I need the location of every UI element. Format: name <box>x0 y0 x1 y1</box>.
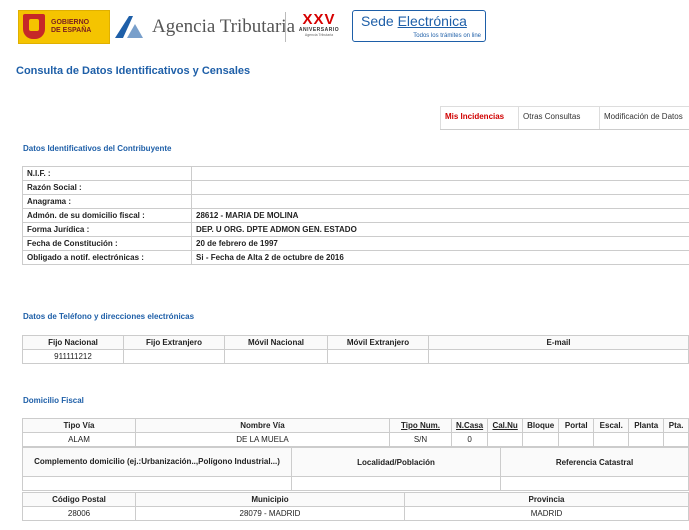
table-header-row: Tipo Vía Nombre Vía Tipo Num. N.Casa Cal… <box>22 418 689 433</box>
row-value <box>191 166 689 181</box>
site-header: GOBIERNO DE ESPAÑA Agencia Tributaria XX… <box>0 0 689 48</box>
tab-mis-incidencias[interactable]: Mis Incidencias <box>440 107 518 129</box>
col-tipo-num: Tipo Num. <box>389 418 452 433</box>
tab-modificacion-datos[interactable]: Modificación de Datos <box>599 107 689 129</box>
xxv-subtitle-2: Agencia Tributaria <box>304 33 334 37</box>
sede-subtitle: Todos los trámites on line <box>413 33 481 39</box>
cell-n-casa: 0 <box>450 432 489 447</box>
domicilio-table-2: Complemento domicilio (ej.:Urbanización.… <box>22 447 689 491</box>
coat-of-arms-icon <box>23 14 45 39</box>
row-label: Obligado a notif. electrónicas : <box>21 250 193 265</box>
tab-otras-consultas[interactable]: Otras Consultas <box>518 107 599 129</box>
cell-fijo-extranjero <box>123 349 225 364</box>
xxv-title: XXV <box>302 11 336 28</box>
row-label: Anagrama : <box>21 194 193 209</box>
col-email: E-mail <box>428 335 689 350</box>
cell-fijo-nacional: 911111212 <box>22 349 124 364</box>
row-value: Si - Fecha de Alta 2 de octubre de 2016 <box>191 250 689 265</box>
table-row: N.I.F. : <box>21 166 689 181</box>
sede-electronica-button[interactable]: Sede Electrónica Todos los trámites on l… <box>352 10 486 42</box>
cell-tipo-num: S/N <box>389 432 452 447</box>
table-row: ALAM DE LA MUELA S/N 0 <box>22 432 689 447</box>
sede-title: Sede Electrónica <box>361 13 467 29</box>
cell-tipo-via: ALAM <box>22 432 136 447</box>
row-label: Razón Social : <box>21 180 193 195</box>
col-movil-nacional: Móvil Nacional <box>224 335 328 350</box>
col-escal: Escal. <box>593 418 630 433</box>
col-referencia-catastral: Referencia Catastral <box>500 447 689 477</box>
table-row: Obligado a notif. electrónicas : Si - Fec… <box>21 250 689 265</box>
cell-email <box>428 349 689 364</box>
col-fijo-extranjero: Fijo Extranjero <box>123 335 225 350</box>
ident-table: N.I.F. : Razón Social : Anagrama : Admón… <box>21 166 689 265</box>
table-header-row: Fijo Nacional Fijo Extranjero Móvil Naci… <box>22 335 689 350</box>
col-planta: Planta <box>628 418 665 433</box>
cell-cal-nu <box>487 432 524 447</box>
col-portal: Portal <box>558 418 595 433</box>
row-value <box>191 194 689 209</box>
table-row: 911111212 <box>22 349 689 364</box>
col-provincia: Provincia <box>404 492 689 507</box>
section-title-ident: Datos Identificativos del Contribuyente <box>23 144 172 153</box>
section-title-telefono: Datos de Teléfono y direcciones electrón… <box>23 312 195 321</box>
row-label: Fecha de Constitución : <box>21 236 193 251</box>
cell-movil-extranjero <box>327 349 429 364</box>
xxv-anniversary-logo: XXV ANIVERSARIO Agencia Tributaria <box>294 11 344 39</box>
row-label: Admón. de su domicilio fiscal : <box>21 208 193 223</box>
table-header-row: Complemento domicilio (ej.:Urbanización.… <box>22 447 689 477</box>
cell-municipio: 28079 - MADRID <box>135 506 405 521</box>
agencia-tributaria-logo-icon[interactable] <box>113 14 145 40</box>
col-bloque: Bloque <box>522 418 560 433</box>
table-row: Fecha de Constitución :20 de febrero de … <box>21 236 689 251</box>
gobierno-espana-logo[interactable]: GOBIERNO DE ESPAÑA <box>18 10 110 44</box>
section-title-domicilio: Domicilio Fiscal <box>23 396 84 405</box>
cell-nombre-via: DE LA MUELA <box>135 432 390 447</box>
agency-name[interactable]: Agencia Tributaria <box>152 16 295 38</box>
table-row: Forma Jurídica : DEP. U ORG. DPTE ADMON G… <box>21 222 689 237</box>
col-movil-extranjero: Móvil Extranjero <box>327 335 429 350</box>
table-row: Razón Social : <box>21 180 689 195</box>
page-title: Consulta de Datos Identificativos y Cens… <box>16 65 251 77</box>
col-fijo-nacional: Fijo Nacional <box>22 335 124 350</box>
table-row: 28006 28079 - MADRID MADRID <box>22 506 689 521</box>
header-divider <box>285 12 286 42</box>
col-cal-nu: Cal.Nu <box>487 418 524 433</box>
table-row: Admón. de su domicilio fiscal :28612 - M… <box>21 208 689 223</box>
col-municipio: Municipio <box>135 492 405 507</box>
gob-logo-text: GOBIERNO DE ESPAÑA <box>51 19 92 34</box>
domicilio-table-1: Tipo Vía Nombre Vía Tipo Num. N.Casa Cal… <box>22 418 689 447</box>
row-value: DEP. U ORG. DPTE ADMON GEN. ESTADO <box>191 222 689 237</box>
cell-movil-nacional <box>224 349 328 364</box>
row-label: N.I.F. : <box>21 166 193 181</box>
cell-pta <box>663 432 689 447</box>
domicilio-table-3: Código Postal Municipio Provincia 28006 … <box>22 492 689 521</box>
col-pta: Pta. <box>663 418 689 433</box>
col-localidad: Localidad/Población <box>291 447 501 477</box>
cell-bloque <box>522 432 560 447</box>
col-nombre-via: Nombre Vía <box>135 418 390 433</box>
telefono-table: Fijo Nacional Fijo Extranjero Móvil Naci… <box>22 335 689 364</box>
col-n-casa: N.Casa <box>450 418 489 433</box>
col-tipo-via: Tipo Vía <box>22 418 136 433</box>
cell-codigo-postal: 28006 <box>22 506 136 521</box>
tab-bar: Mis Incidencias Otras Consultas Modifica… <box>440 106 689 130</box>
row-value: 28612 - MARIA DE MOLINA <box>191 208 689 223</box>
col-complemento: Complemento domicilio (ej.:Urbanización.… <box>22 447 292 477</box>
cell-referencia-catastral <box>500 476 689 491</box>
table-header-row: Código Postal Municipio Provincia <box>22 492 689 507</box>
row-value <box>191 180 689 195</box>
row-label: Forma Jurídica : <box>21 222 193 237</box>
row-value: 20 de febrero de 1997 <box>191 236 689 251</box>
table-row: Anagrama : <box>21 194 689 209</box>
cell-provincia: MADRID <box>404 506 689 521</box>
table-row <box>22 476 689 491</box>
cell-localidad <box>291 476 501 491</box>
cell-planta <box>628 432 665 447</box>
col-codigo-postal: Código Postal <box>22 492 136 507</box>
cell-complemento <box>22 476 292 491</box>
cell-portal <box>558 432 595 447</box>
cell-escal <box>593 432 630 447</box>
